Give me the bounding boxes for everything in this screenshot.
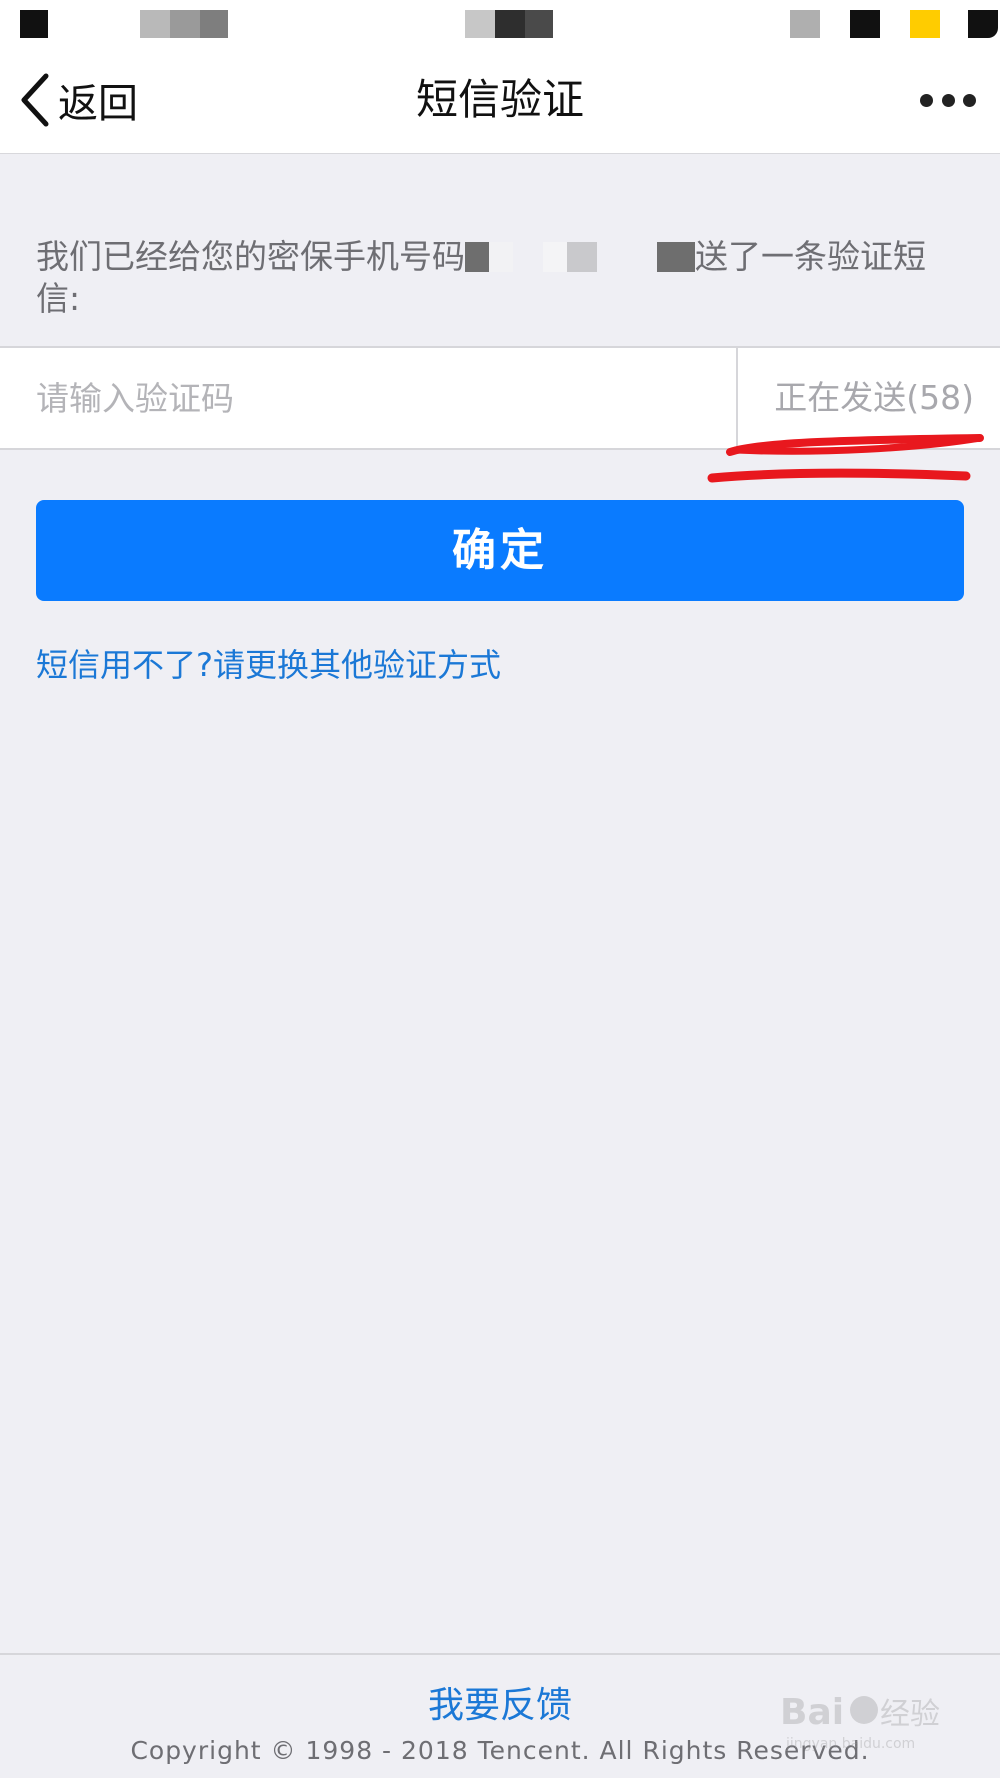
- status-pixel-block: [495, 10, 525, 38]
- sms-sent-notice: 我们已经给您的密保手机号码 送了一条验证短信:: [36, 236, 966, 320]
- more-button[interactable]: [920, 82, 976, 118]
- verification-code-input[interactable]: [0, 348, 736, 448]
- back-label: 返回: [58, 81, 138, 127]
- resend-code-button[interactable]: 正在发送(58): [738, 348, 1000, 448]
- status-pixel-block: [140, 10, 170, 38]
- status-pixel-block: [850, 10, 880, 38]
- sms-verification-page: 短信验证 返回 我们已经给您的密保手机号码送了一条验证短信: 正在发送(58): [0, 0, 1000, 1778]
- copyright-text: Copyright © 1998 - 2018 Tencent. All Rig…: [130, 1736, 870, 1765]
- status-pixel-block: [170, 10, 200, 38]
- status-pixel-block: [465, 10, 495, 38]
- status-pixel-block: [910, 10, 940, 38]
- status-pixel-block: [525, 10, 553, 38]
- status-pixel-block: [200, 10, 228, 38]
- verification-code-row: 正在发送(58): [0, 346, 1000, 450]
- battery-icon: [968, 10, 998, 38]
- confirm-button[interactable]: 确定: [36, 500, 964, 601]
- more-dots-icon: [963, 93, 976, 107]
- alternate-verification-link[interactable]: 短信用不了?请更换其他验证方式: [36, 640, 501, 686]
- navigation-bar: 短信验证 返回: [0, 46, 1000, 154]
- page-title: 短信验证: [415, 75, 584, 124]
- status-signal-icon: [20, 10, 48, 38]
- footer-divider: [0, 1653, 1000, 1655]
- status-pixel-block: [790, 10, 820, 38]
- notice-prefix: 我们已经给您的密保手机号码: [36, 237, 465, 276]
- feedback-link[interactable]: 我要反馈: [0, 1676, 1000, 1728]
- back-button[interactable]: 返回: [18, 68, 138, 132]
- more-dots-icon: [920, 93, 933, 107]
- chevron-left-icon: [18, 72, 52, 128]
- more-dots-icon: [941, 93, 955, 107]
- status-bar: [0, 0, 1000, 46]
- masked-phone-number: [465, 237, 695, 276]
